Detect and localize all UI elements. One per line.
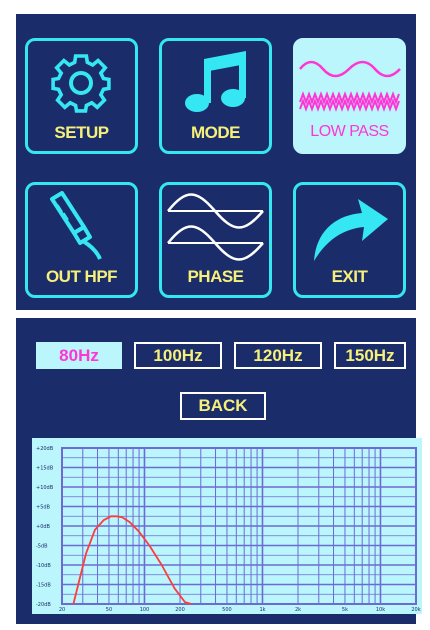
exit-button[interactable]: EXIT	[293, 182, 406, 298]
x-tick-label: 200	[175, 607, 185, 613]
low-pass-button[interactable]: LOW PASS	[293, 38, 406, 154]
x-tick-label: 500	[222, 607, 232, 613]
low-pass-label: LOW PASS	[310, 123, 389, 140]
x-tick-label: 2k	[295, 607, 301, 613]
freq-80hz-label: 80Hz	[59, 346, 99, 365]
y-tick-label: -20dB	[36, 602, 51, 608]
x-tick-label: 10k	[376, 607, 385, 613]
music-note-icon	[185, 51, 246, 112]
exit-label: EXIT	[331, 267, 368, 286]
y-tick-label: +0dB	[36, 524, 51, 530]
y-tick-label: -5dB	[36, 544, 48, 550]
response-chart: +20dB +15dB +10dB +5dB +0dB -5dB -10dB -15dB -20…	[36, 446, 421, 613]
menu-panel: SETUP MODE LOW PASS OUT HPF PHASE EXIT	[16, 14, 416, 310]
low-pass-settings-panel: 80Hz 100Hz 120Hz 150Hz BACK +20dB +15dB +1…	[16, 318, 422, 624]
x-tick-label: 5k	[342, 607, 348, 613]
setup-label: SETUP	[54, 123, 109, 142]
mode-label: MODE	[191, 123, 241, 142]
freq-120hz-inner-border	[238, 346, 318, 365]
freq-100hz-button[interactable]: 100Hz	[134, 342, 222, 369]
out-hpf-label: OUT HPF	[45, 267, 118, 286]
freq-150hz-button[interactable]: 150Hz	[334, 342, 406, 369]
y-tick-label: +10dB	[36, 485, 54, 491]
rca-cable-icon	[50, 191, 102, 260]
curved-arrow-icon	[314, 199, 388, 261]
phase-button[interactable]: PHASE	[159, 182, 272, 298]
out-hpf-button[interactable]: OUT HPF	[25, 182, 138, 298]
freq-100hz-inner-border	[138, 346, 218, 365]
x-tick-label: 50	[106, 607, 112, 613]
back-label: BACK	[198, 396, 248, 415]
x-tick-label: 20k	[411, 607, 420, 613]
setup-button[interactable]: SETUP	[25, 38, 138, 154]
response-curve	[72, 515, 192, 605]
phase-label: PHASE	[187, 267, 244, 286]
y-tick-label: +15dB	[36, 466, 54, 472]
gear-icon	[51, 54, 111, 113]
phase-wave-icon	[167, 193, 264, 261]
y-tick-label: -10dB	[36, 563, 51, 569]
y-tick-label: +5dB	[36, 505, 51, 511]
x-tick-label: 100	[140, 607, 150, 613]
y-tick-label: +20dB	[36, 446, 54, 452]
low-pass-wave-icon	[299, 60, 401, 112]
freq-150hz-inner-border	[338, 346, 402, 365]
y-tick-label: -15dB	[36, 583, 51, 589]
frequency-response-graph: +20dB +15dB +10dB +5dB +0dB -5dB -10dB -15dB -20…	[32, 438, 422, 614]
mode-button[interactable]: MODE	[159, 38, 272, 154]
back-button[interactable]: BACK	[180, 392, 266, 420]
freq-120hz-button[interactable]: 120Hz	[234, 342, 322, 369]
x-tick-label: 1k	[259, 607, 265, 613]
freq-80hz-button[interactable]: 80Hz	[36, 342, 122, 369]
x-tick-label: 20	[59, 607, 65, 613]
